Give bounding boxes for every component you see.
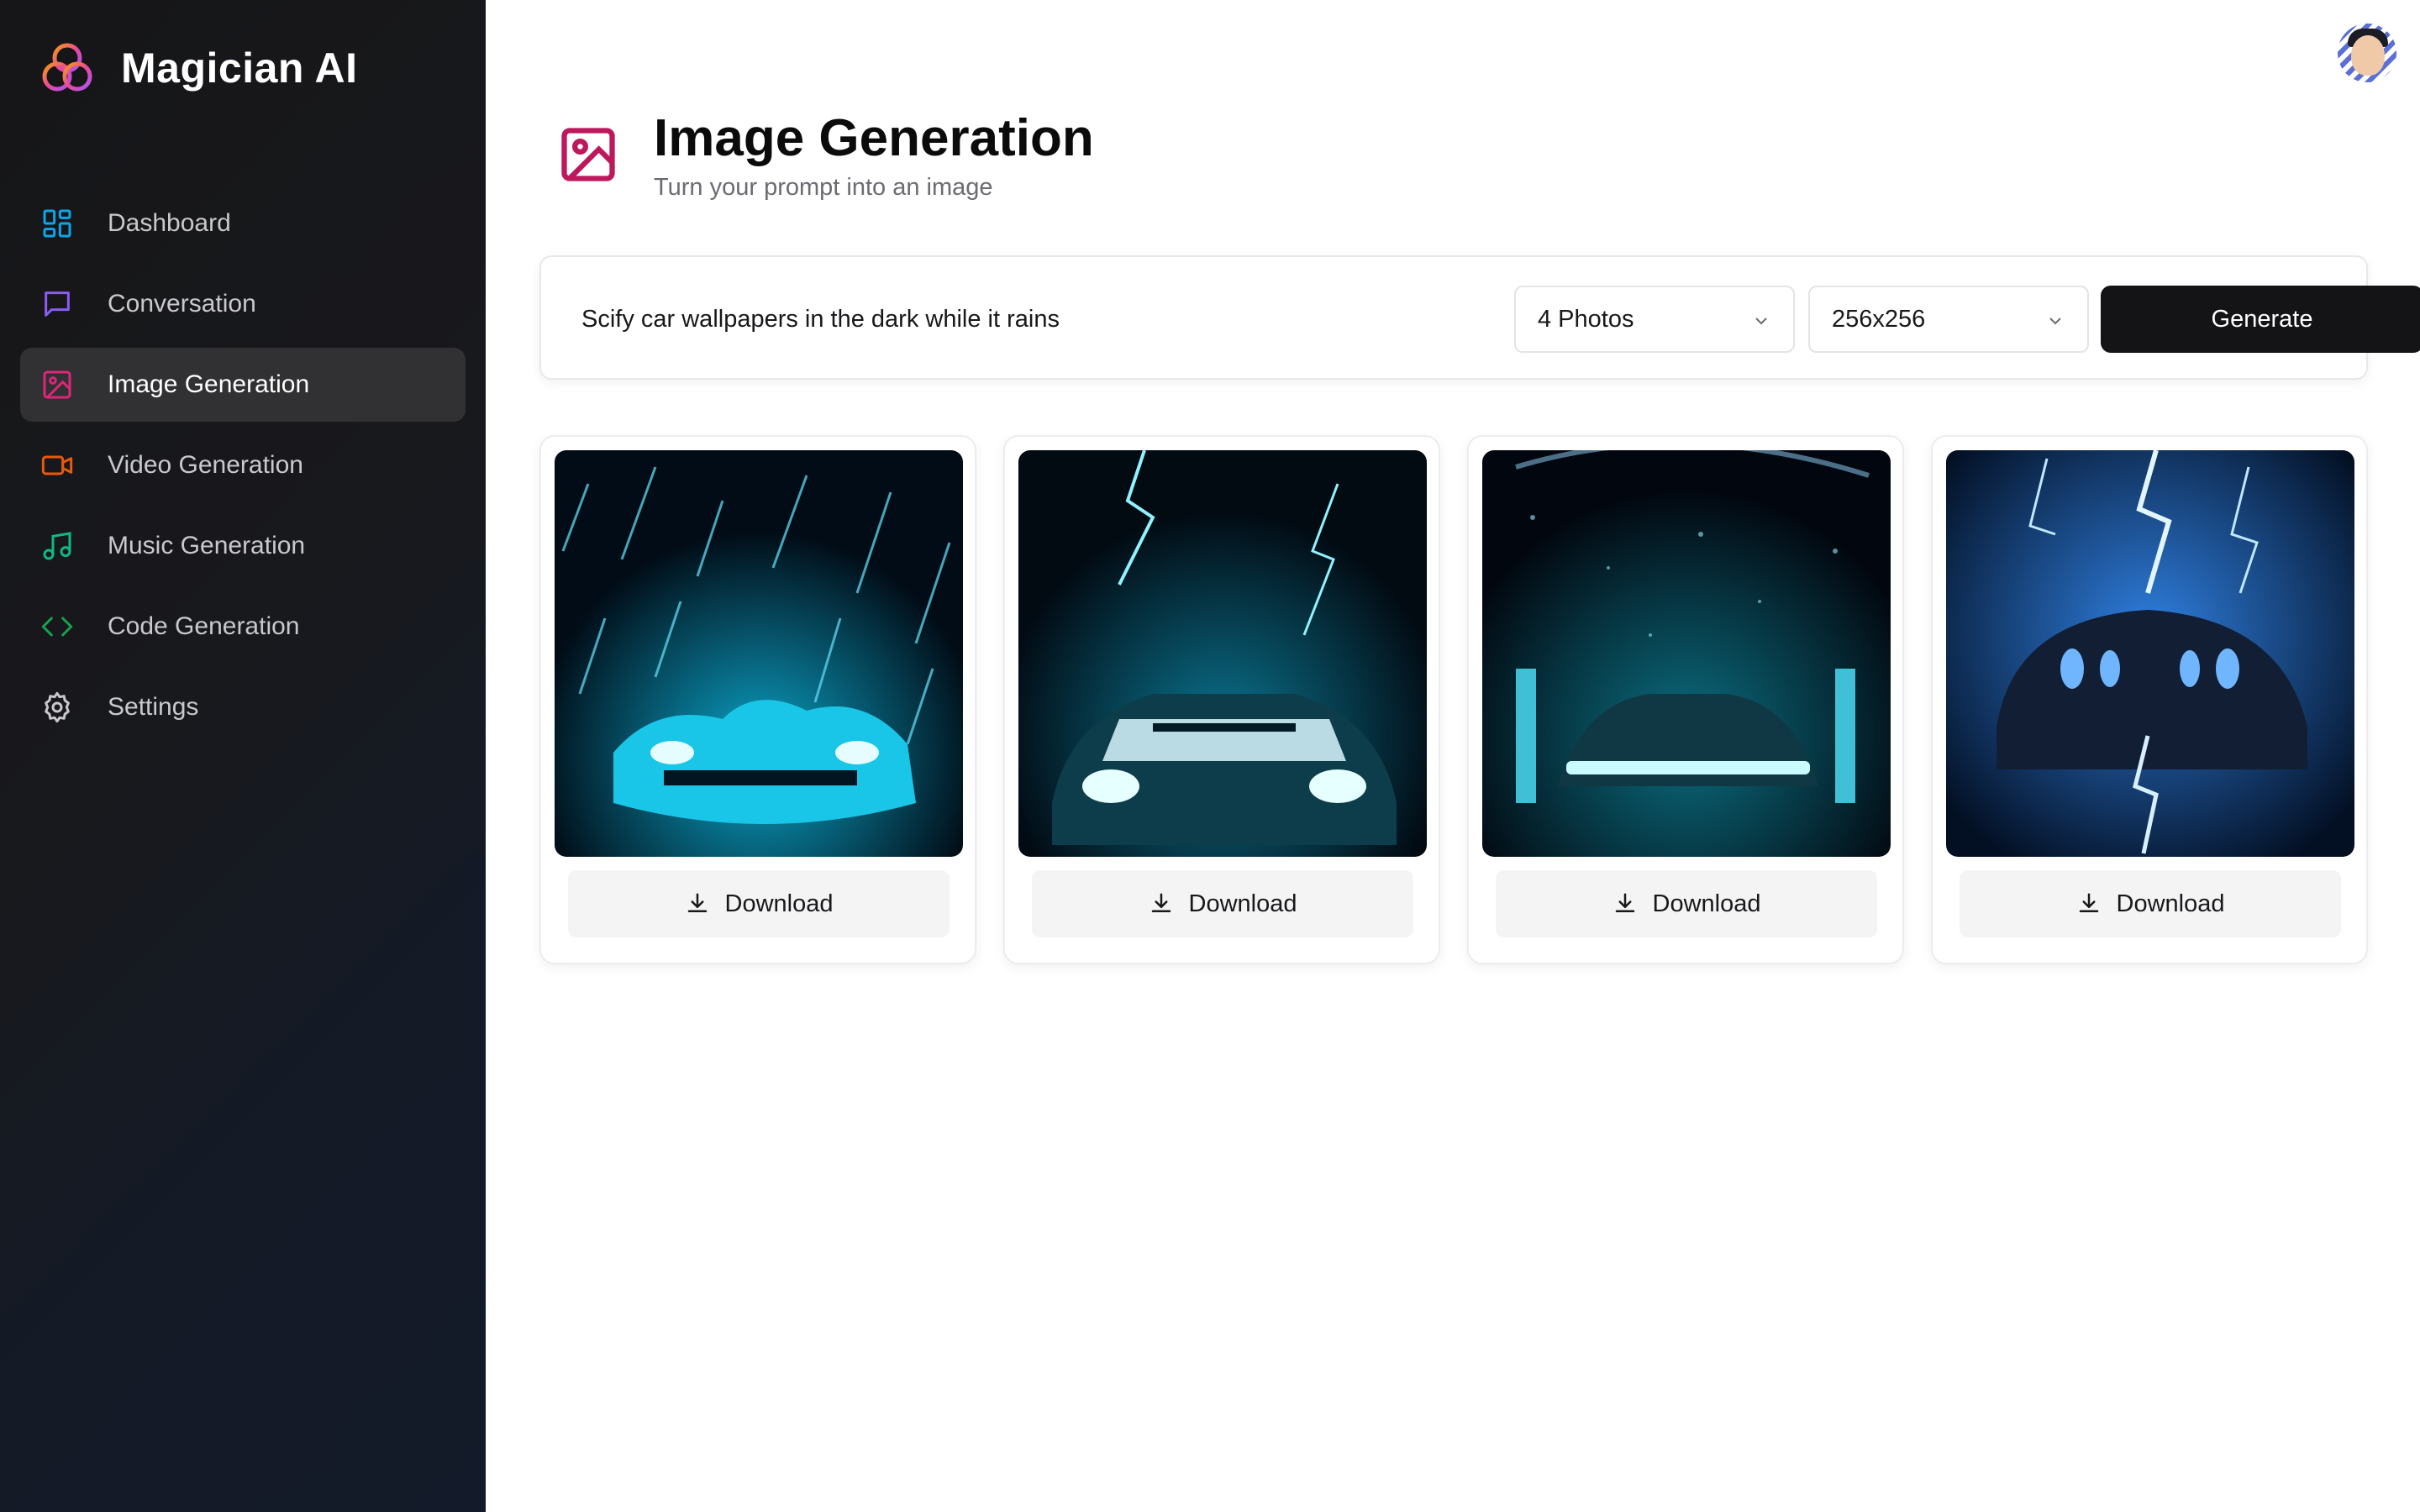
generated-image-art — [1482, 450, 1891, 857]
resolution-select[interactable]: 256x256 — [1808, 286, 2089, 353]
photo-count-select[interactable]: 4 Photos — [1514, 286, 1795, 353]
download-button[interactable]: Download — [1032, 870, 1413, 937]
download-icon — [2079, 893, 2098, 912]
brand[interactable]: Magician AI — [39, 39, 357, 97]
page-header: Image Generation Turn your prompt into a… — [556, 111, 1094, 202]
sidebar-item-label: Conversation — [108, 290, 256, 318]
sidebar-item-code-generation[interactable]: Code Generation — [20, 590, 466, 664]
download-button[interactable]: Download — [1496, 870, 1877, 937]
music-icon — [43, 532, 71, 560]
generate-button[interactable]: Generate — [2101, 286, 2420, 353]
page-title: Image Generation — [654, 109, 1094, 167]
download-label: Download — [2116, 890, 2225, 917]
download-icon — [1615, 893, 1634, 912]
code-icon — [41, 617, 73, 637]
download-label: Download — [1188, 890, 1297, 917]
download-label: Download — [724, 890, 834, 917]
chevron-down-icon — [1755, 318, 1767, 325]
generated-image[interactable] — [1482, 450, 1891, 857]
app-root: Magician AI Dashboard Conversation Image… — [0, 0, 2420, 1512]
image-icon — [561, 128, 615, 181]
sidebar-item-music-generation[interactable]: Music Generation — [20, 509, 466, 583]
generated-image[interactable] — [1946, 450, 2354, 857]
logo-icon — [42, 43, 92, 92]
grid-icon — [43, 209, 71, 238]
generated-image-art — [1946, 450, 2354, 857]
gear-icon — [45, 691, 70, 723]
page-subtitle: Turn your prompt into an image — [654, 174, 993, 202]
video-icon — [41, 455, 73, 475]
sidebar-item-label: Dashboard — [108, 209, 231, 237]
generated-image[interactable] — [555, 450, 963, 857]
prompt-input[interactable] — [581, 289, 1422, 349]
sidebar-nav: Dashboard Conversation Image Generation … — [20, 186, 466, 751]
resolution-value: 256x256 — [1832, 305, 1926, 333]
image-card: Download — [1467, 435, 1904, 964]
download-icon — [1151, 893, 1171, 912]
sidebar-item-label: Music Generation — [108, 532, 306, 559]
download-button[interactable]: Download — [1960, 870, 2341, 937]
generated-image-art — [555, 450, 963, 857]
image-gallery: Download Download Download Download — [539, 435, 2368, 966]
chevron-down-icon — [2049, 318, 2061, 325]
photo-count-value: 4 Photos — [1538, 305, 1634, 333]
avatar-face — [2351, 35, 2385, 76]
download-icon — [687, 893, 707, 912]
sidebar-item-settings[interactable]: Settings — [20, 670, 466, 744]
image-card: Download — [1931, 435, 2368, 964]
main-content: Image Generation Turn your prompt into a… — [486, 0, 2420, 1512]
image-card: Download — [1003, 435, 1440, 964]
sidebar-item-video-generation[interactable]: Video Generation — [20, 428, 466, 502]
sidebar: Magician AI Dashboard Conversation Image… — [0, 0, 486, 1512]
image-icon — [43, 370, 71, 399]
chat-icon — [45, 291, 70, 317]
user-avatar[interactable] — [2338, 24, 2396, 82]
sidebar-item-label: Video Generation — [108, 451, 303, 479]
sidebar-item-label: Code Generation — [108, 612, 300, 640]
header-text: Image Generation Turn your prompt into a… — [654, 111, 1094, 202]
sidebar-item-label: Settings — [108, 693, 199, 721]
prompt-form: 4 Photos 256x256 Generate — [539, 255, 2420, 380]
sidebar-item-label: Image Generation — [108, 370, 310, 398]
download-button[interactable]: Download — [568, 870, 950, 937]
brand-name: Magician AI — [121, 45, 358, 92]
sidebar-item-dashboard[interactable]: Dashboard — [20, 186, 466, 260]
image-card: Download — [539, 435, 976, 964]
generated-image-art — [1018, 450, 1427, 857]
sidebar-item-image-generation[interactable]: Image Generation — [20, 348, 466, 422]
download-label: Download — [1652, 890, 1761, 917]
sidebar-item-conversation[interactable]: Conversation — [20, 267, 466, 341]
generated-image[interactable] — [1018, 450, 1427, 857]
